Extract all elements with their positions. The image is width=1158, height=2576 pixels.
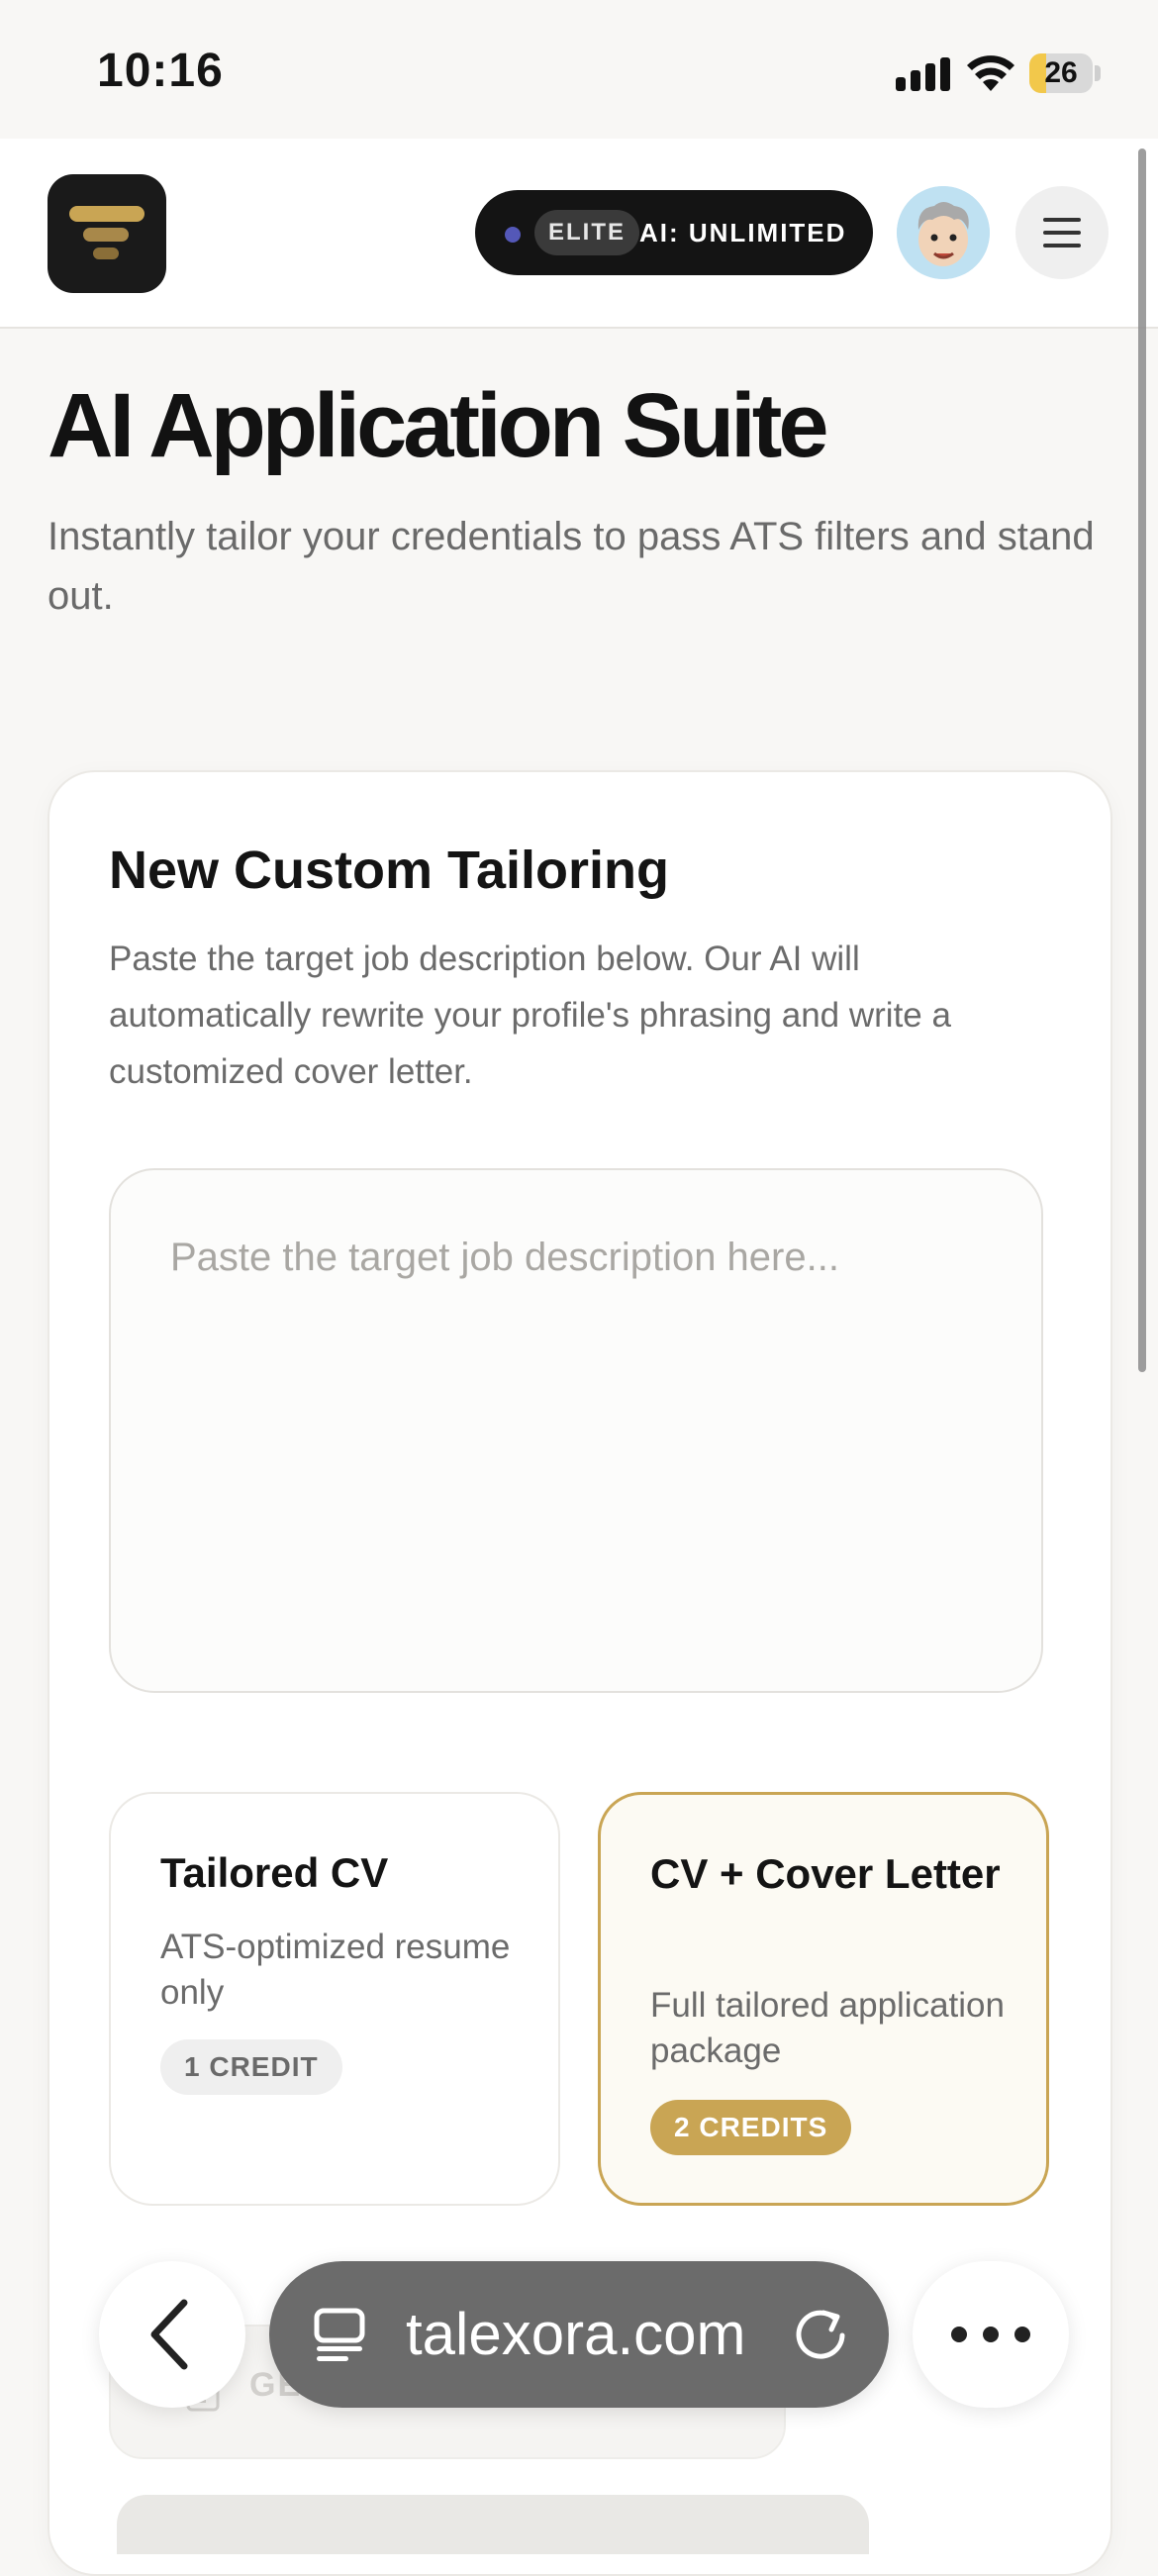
wifi-icon [967, 55, 1014, 91]
hamburger-menu-icon [1043, 218, 1081, 248]
status-bar: 10:16 26 [0, 0, 1158, 139]
app-logo-icon[interactable] [48, 174, 166, 293]
browser-back-button[interactable] [99, 2261, 245, 2408]
option-title: CV + Cover Letter [650, 1850, 1001, 1897]
more-icon [951, 2327, 1030, 2342]
browser-more-button[interactable] [913, 2261, 1069, 2408]
plan-indicator-dot [505, 227, 521, 243]
plan-ai-label: AI: UNLIMITED [639, 218, 847, 248]
tabs-icon [314, 2308, 365, 2361]
job-description-input[interactable] [109, 1168, 1043, 1693]
option-description: ATS-optimized resume only [160, 1928, 511, 2012]
page-title: AI Application Suite [48, 375, 829, 476]
credit-badge: 2 CREDITS [650, 2100, 852, 2155]
plan-status-pill[interactable]: ELITE AI: UNLIMITED [475, 190, 873, 275]
card-title: New Custom Tailoring [109, 841, 670, 900]
status-time: 10:16 [97, 45, 224, 97]
avatar[interactable] [897, 186, 990, 279]
browser-url: talexora.com [406, 2301, 746, 2367]
hamburger-menu-button[interactable] [1015, 186, 1109, 279]
secondary-button[interactable] [117, 2495, 869, 2554]
scroll-indicator[interactable] [1138, 149, 1146, 1372]
option-description: Full tailored application package [650, 1986, 1005, 2070]
app-header: ELITE AI: UNLIMITED [0, 139, 1158, 329]
credit-badge: 1 CREDIT [160, 2039, 342, 2095]
option-tailored-cv[interactable]: Tailored CV ATS-optimized resume only 1 … [109, 1792, 560, 2206]
page-subtitle: Instantly tailor your credentials to pas… [48, 515, 1095, 618]
plan-tier-badge: ELITE [534, 210, 640, 255]
reload-icon[interactable] [790, 2305, 851, 2366]
back-chevron-icon [150, 2299, 188, 2370]
battery-level: 26 [1044, 56, 1078, 89]
battery-icon: 26 [1029, 53, 1101, 93]
card-description: Paste the target job description below. … [109, 940, 951, 1091]
option-cv-cover-letter[interactable]: CV + Cover Letter Full tailored applicat… [598, 1792, 1049, 2206]
option-title: Tailored CV [160, 1849, 389, 1896]
browser-address-bar[interactable]: talexora.com [269, 2261, 889, 2408]
signal-icon [896, 57, 950, 91]
